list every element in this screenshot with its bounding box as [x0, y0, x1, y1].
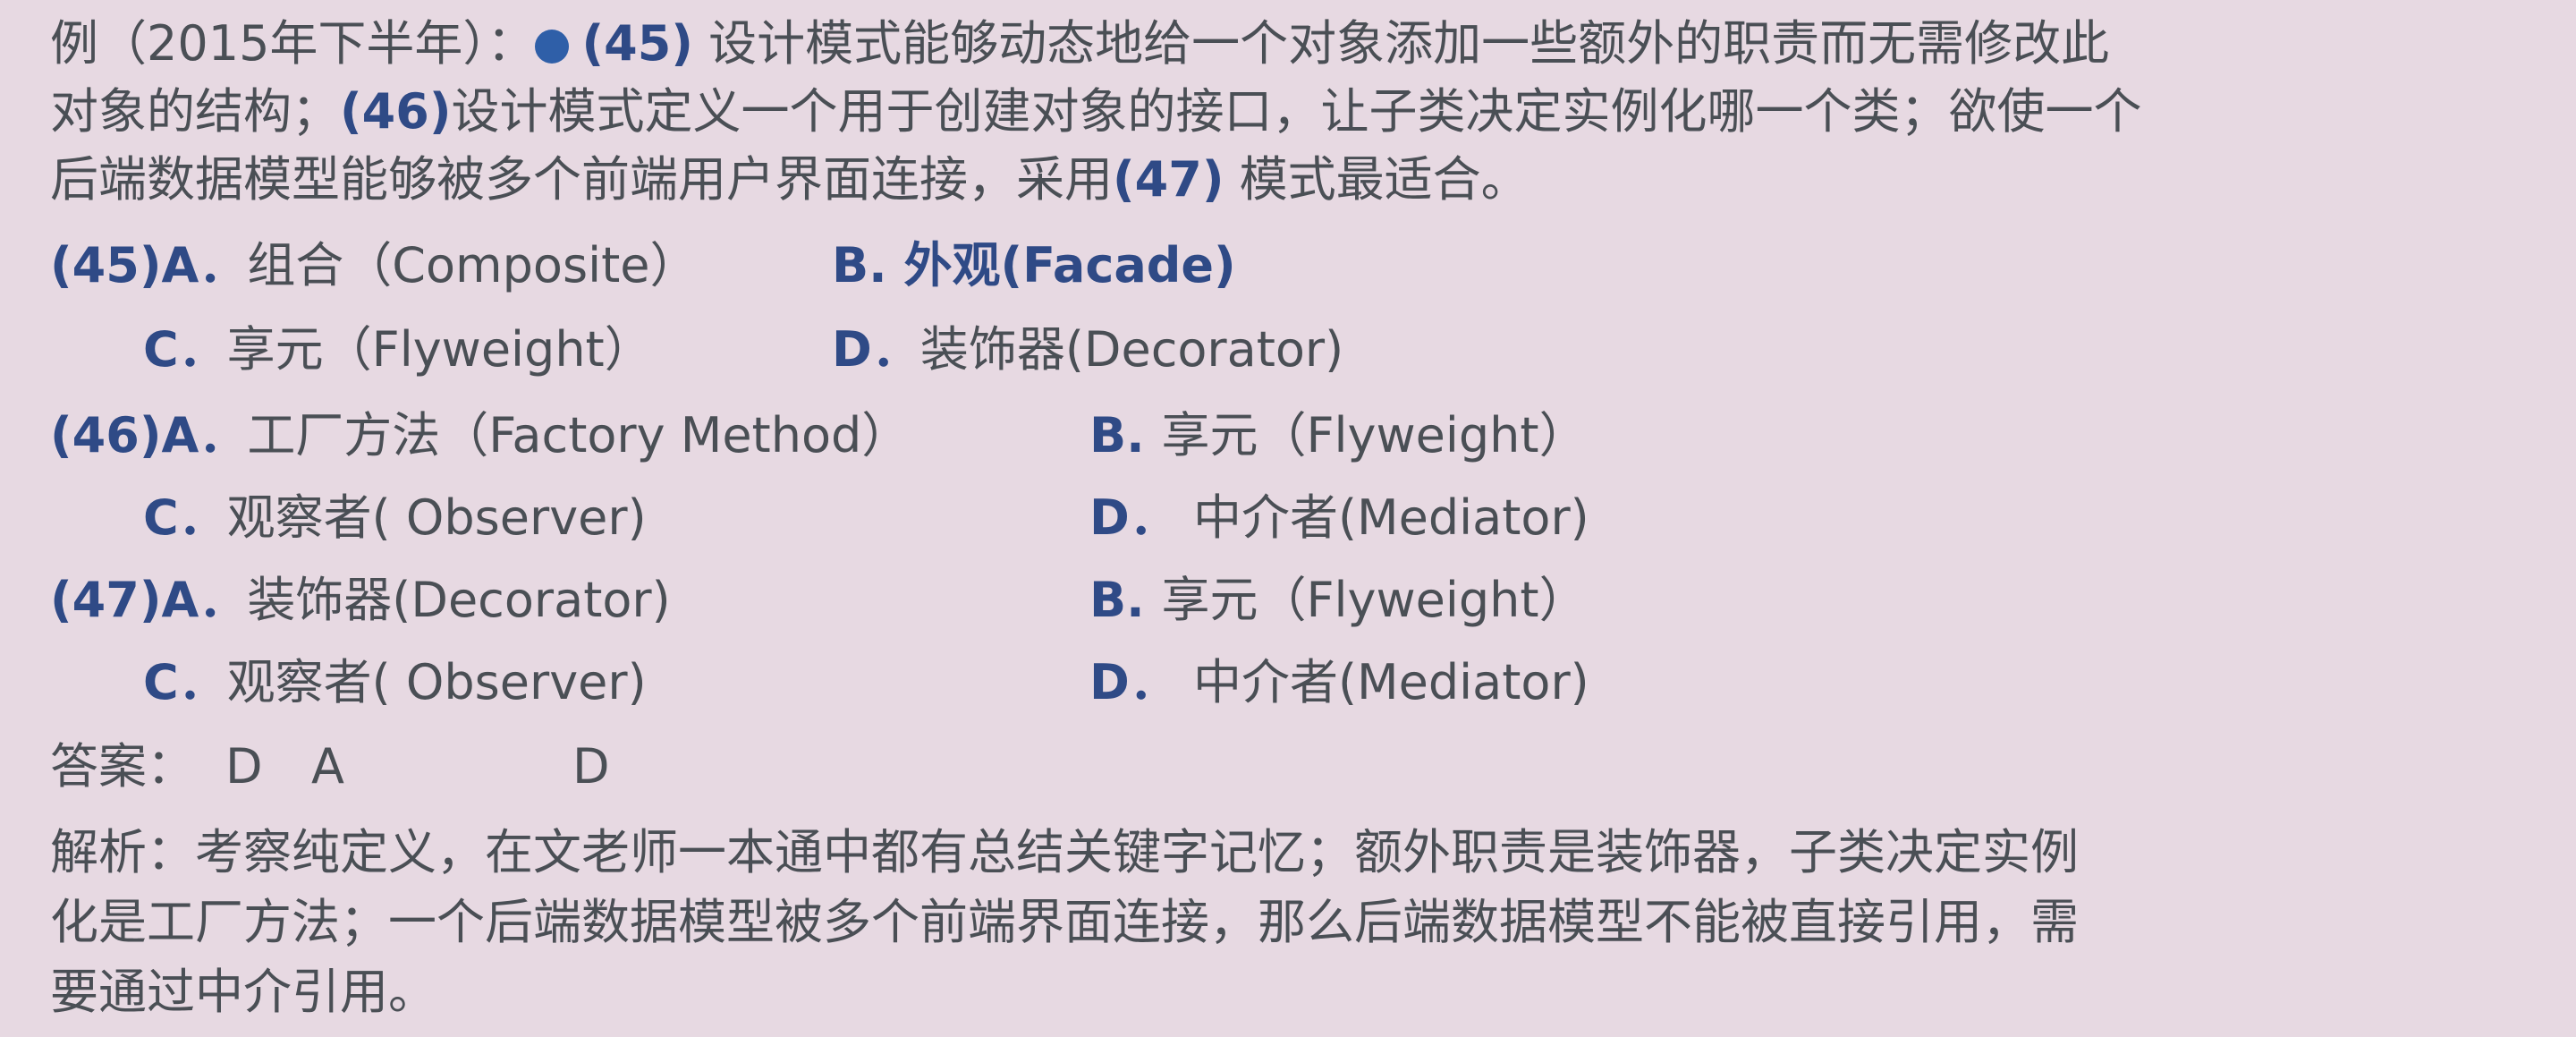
q45-a-label: (45)A．	[50, 237, 248, 293]
q46-b-label: B.	[1089, 407, 1162, 463]
answer-47-value: D	[572, 738, 610, 795]
q47-a-text: 装饰器(Decorator)	[247, 572, 671, 628]
q45-d-text: 装饰器(Decorator)	[919, 321, 1344, 378]
q47-option-d: D． 中介者(Mediator)	[1089, 651, 1589, 714]
analysis-line-1: 解析：考察纯定义，在文老师一本通中都有总结关键字记忆；额外职责是装饰器，子类决定…	[50, 821, 2079, 884]
q46-c-text: 观察者( Observer)	[226, 489, 647, 546]
q46-option-d: D． 中介者(Mediator)	[1089, 487, 1589, 549]
q46-option-b: B. 享元（Flyweight）	[1089, 404, 1588, 467]
answer-line: 答案：	[50, 735, 195, 798]
q47-d-label: D．	[1089, 654, 1178, 710]
question-text-3b: 模式最适合。	[1224, 151, 1530, 208]
q45-option-d: D．装饰器(Decorator)	[832, 319, 1343, 381]
q45-option-b: B. 外观(Facade)	[832, 234, 1236, 297]
q45-d-label: D．	[832, 321, 920, 378]
q46-option-c: C．观察者( Observer)	[143, 487, 647, 549]
answer-45: D	[225, 735, 263, 798]
q47-option-a: (47)A．装饰器(Decorator)	[50, 569, 671, 632]
blank-46: (46)	[340, 83, 452, 140]
q47-b-label: B.	[1089, 572, 1162, 628]
q45-c-label: C．	[143, 321, 227, 378]
analysis-line-3: 要通过中介引用。	[50, 961, 436, 1024]
blank-47: (47)	[1113, 151, 1224, 208]
q45-c-text: 享元（Flyweight）	[226, 321, 653, 378]
q47-option-b: B. 享元（Flyweight）	[1089, 569, 1588, 632]
analysis-line-2: 化是工厂方法；一个后端数据模型被多个前端界面连接，那么后端数据模型不能被直接引用…	[50, 891, 2079, 954]
q46-b-text: 享元（Flyweight）	[1161, 407, 1588, 463]
q47-b-text: 享元（Flyweight）	[1161, 572, 1588, 628]
q45-option-a: (45)A．组合（Composite）	[50, 234, 699, 297]
q46-d-label: D．	[1089, 489, 1178, 546]
q46-a-label: (46)A．	[50, 407, 248, 463]
q47-d-text: 中介者(Mediator)	[1177, 654, 1589, 710]
q45-a-text: 组合（Composite）	[247, 237, 699, 293]
q47-option-c: C．观察者( Observer)	[143, 651, 647, 714]
q45-option-c: C．享元（Flyweight）	[143, 319, 653, 381]
question-text-2a: 对象的结构；	[50, 83, 340, 140]
question-line-2: 对象的结构；(46)设计模式定义一个用于创建对象的接口，让子类决定实例化哪一个类…	[50, 81, 2142, 143]
analysis-text-1: 解析：考察纯定义，在文老师一本通中都有总结关键字记忆；额外职责是装饰器，子类决定…	[50, 824, 2079, 880]
q46-d-text: 中介者(Mediator)	[1177, 489, 1589, 546]
analysis-text-2: 化是工厂方法；一个后端数据模型被多个前端界面连接，那么后端数据模型不能被直接引用…	[50, 894, 2079, 950]
question-prefix: 例（2015年下半年）：	[50, 15, 536, 72]
answer-47: D	[572, 735, 610, 798]
question-text-1: 设计模式能够动态地给一个对象添加一些额外的职责而无需修改此	[692, 15, 2110, 72]
answer-label: 答案：	[50, 738, 195, 795]
q45-b-label: B.	[832, 237, 904, 293]
q47-a-label: (47)A．	[50, 572, 248, 628]
q46-c-label: C．	[143, 489, 227, 546]
question-text-3a: 后端数据模型能够被多个前端用户界面连接，采用	[50, 151, 1113, 208]
answer-46: A	[311, 735, 344, 798]
blank-45: (45)	[581, 15, 693, 72]
q45-b-text: 外观(Facade)	[903, 237, 1236, 293]
page: { "question": { "prefix": "例（2015年下半年）："…	[0, 0, 2576, 1037]
analysis-text-3: 要通过中介引用。	[50, 964, 436, 1020]
bullet-icon	[535, 30, 570, 64]
question-line-3: 后端数据模型能够被多个前端用户界面连接，采用(47) 模式最适合。	[50, 149, 1530, 211]
q47-c-text: 观察者( Observer)	[226, 654, 647, 710]
question-line-1: 例（2015年下半年）： (45) 设计模式能够动态地给一个对象添加一些额外的职责…	[50, 13, 2109, 75]
q46-a-text: 工厂方法（Factory Method）	[247, 407, 911, 463]
question-text-2b: 设计模式定义一个用于创建对象的接口，让子类决定实例化哪一个类；欲使一个	[451, 83, 2142, 140]
answer-45-value: D	[225, 738, 263, 795]
q47-c-label: C．	[143, 654, 227, 710]
answer-46-value: A	[311, 738, 344, 795]
q46-option-a: (46)A．工厂方法（Factory Method）	[50, 404, 910, 467]
